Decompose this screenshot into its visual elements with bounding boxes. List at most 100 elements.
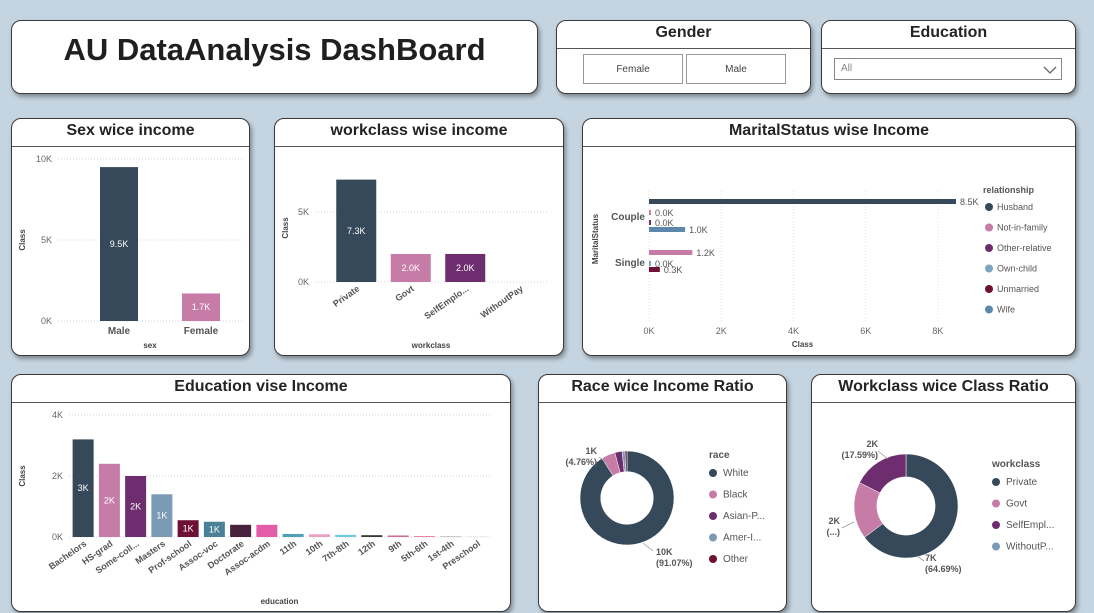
legend-item[interactable]: Amer-I... bbox=[723, 533, 761, 544]
legend-marker bbox=[709, 533, 717, 542]
x-tick-label: Male bbox=[108, 326, 131, 337]
legend-marker bbox=[709, 512, 717, 520]
bar-data-label: 2.0K bbox=[456, 263, 475, 273]
bar[interactable] bbox=[649, 210, 651, 215]
legend-item[interactable]: Govt bbox=[1006, 499, 1027, 510]
y-axis-label: Class bbox=[281, 217, 290, 239]
legend-item[interactable]: Wife bbox=[997, 305, 1015, 315]
legend-item[interactable]: Husband bbox=[997, 202, 1033, 212]
bar[interactable] bbox=[282, 533, 304, 537]
legend-marker bbox=[709, 555, 717, 563]
y-tick-label: 5K bbox=[41, 235, 52, 245]
slice-value-label: 10K bbox=[656, 547, 673, 557]
bar[interactable] bbox=[649, 199, 956, 204]
legend-title: race bbox=[709, 450, 730, 461]
bar[interactable] bbox=[649, 250, 693, 255]
legend-marker bbox=[985, 244, 993, 252]
bar[interactable] bbox=[649, 227, 686, 232]
y-axis-label: Class bbox=[18, 229, 27, 251]
x-axis-label: workclass bbox=[411, 341, 451, 350]
bar-data-label: 0.0K bbox=[655, 218, 674, 228]
legend-marker bbox=[985, 305, 993, 314]
legend-item[interactable]: Unmarried bbox=[997, 284, 1039, 294]
workclass-ratio-chart: workclass Private Govt SelfEmpl... WithoutP.… bbox=[827, 439, 1055, 574]
bar[interactable] bbox=[335, 534, 357, 537]
gender-slicer: Gender Female Male bbox=[556, 20, 811, 94]
bar[interactable] bbox=[230, 524, 252, 537]
legend-marker bbox=[709, 469, 717, 477]
legend-item[interactable]: Asian-P... bbox=[723, 511, 765, 522]
education-income-card: Education vise Income 4K 2K 0K Class 3K Bache… bbox=[11, 374, 511, 612]
x-tick-label: Bachelors bbox=[47, 538, 88, 571]
x-tick-label: 4K bbox=[788, 326, 799, 336]
x-tick-label: Govt bbox=[393, 283, 416, 303]
sex-income-card: Sex wice income 10K 5K 0K Class 9.5K Male 1.7K… bbox=[11, 118, 250, 356]
slice-percent-label: (17.59%) bbox=[841, 450, 878, 460]
legend-item[interactable]: Black bbox=[723, 490, 748, 501]
y-category-label: Couple bbox=[611, 212, 645, 223]
legend-marker bbox=[985, 203, 993, 211]
bar-data-label: 0.0K bbox=[655, 208, 674, 218]
x-tick-label: 11th bbox=[278, 538, 298, 557]
bar[interactable] bbox=[387, 535, 409, 537]
education-dropdown[interactable]: All bbox=[834, 58, 1062, 80]
bar-data-label: 2.0K bbox=[401, 263, 420, 273]
y-tick-label: 0K bbox=[41, 316, 52, 326]
y-tick-label: 0K bbox=[298, 277, 309, 287]
x-tick-label: 7th-8th bbox=[320, 538, 350, 563]
education-income-chart: 4K2K0KClass3KBachelors2KHS-grad2KSome-co… bbox=[18, 410, 490, 606]
bar[interactable] bbox=[649, 261, 651, 266]
bar-data-label: 3K bbox=[78, 483, 89, 493]
bar[interactable] bbox=[649, 220, 651, 225]
sex-income-chart: 10K 5K 0K Class 9.5K Male 1.7K Female sex bbox=[18, 154, 242, 350]
legend-item[interactable]: Not-in-family bbox=[997, 223, 1048, 233]
bar-data-label: 9.5K bbox=[110, 239, 129, 249]
x-tick-label: 5th-6th bbox=[399, 538, 429, 563]
legend-marker bbox=[985, 223, 993, 232]
legend-item[interactable]: WithoutP... bbox=[1006, 542, 1054, 553]
bar[interactable] bbox=[308, 534, 330, 537]
marital-income-chart: 0K 2K 4K 6K 8K Class MaritalStatus Couple Single… bbox=[591, 185, 1052, 349]
bar[interactable] bbox=[361, 535, 383, 537]
gender-male-button[interactable]: Male bbox=[686, 54, 786, 84]
bar-data-label: 2K bbox=[104, 495, 115, 505]
x-tick-label: 2K bbox=[716, 326, 727, 336]
bar-data-label: 0.3K bbox=[664, 265, 683, 275]
y-tick-label: 2K bbox=[52, 471, 63, 481]
y-tick-label: 5K bbox=[298, 207, 309, 217]
x-tick-label: 0K bbox=[643, 326, 654, 336]
dashboard-title: AU DataAnalysis DashBoard bbox=[63, 32, 486, 67]
legend-marker bbox=[992, 542, 1000, 551]
race-ratio-card: Race wice Income Ratio race White Black Asi… bbox=[538, 374, 787, 612]
slice-value-label: 1K bbox=[585, 446, 597, 456]
slice-value-label: 7K bbox=[925, 553, 937, 563]
gender-female-button[interactable]: Female bbox=[583, 54, 683, 84]
y-tick-label: 4K bbox=[52, 410, 63, 420]
legend-item[interactable]: White bbox=[723, 468, 749, 479]
divider bbox=[822, 48, 1075, 49]
legend-marker bbox=[992, 478, 1000, 486]
y-axis-label: Class bbox=[18, 465, 27, 487]
bar-data-label: 1.7K bbox=[192, 302, 211, 312]
x-tick-label: Private bbox=[331, 283, 361, 308]
legend-item[interactable]: Own-child bbox=[997, 264, 1037, 274]
bar[interactable] bbox=[413, 536, 435, 537]
bar[interactable] bbox=[440, 536, 462, 537]
legend-item[interactable]: SelfEmpl... bbox=[1006, 520, 1054, 531]
legend-item[interactable]: Other-relative bbox=[997, 243, 1052, 253]
bar[interactable] bbox=[256, 524, 278, 537]
slice-percent-label: (...) bbox=[827, 527, 841, 537]
education-dropdown-value: All bbox=[841, 63, 853, 74]
legend-item[interactable]: Private bbox=[1006, 477, 1038, 488]
legend-item[interactable]: Other bbox=[723, 554, 749, 565]
x-tick-label: 6K bbox=[860, 326, 871, 336]
workclass-income-chart: 5K0KClass 7.3KPrivate2.0KGovt2.0KSelfEmpl… bbox=[281, 179, 547, 350]
bar[interactable] bbox=[649, 267, 660, 272]
marital-income-card: MaritalStatus wise Income 0K 2K 4K 6K 8K Clas… bbox=[582, 118, 1076, 356]
x-tick-label: WithoutPay bbox=[479, 283, 525, 320]
bar-data-label: 1.2K bbox=[696, 248, 715, 258]
bar-data-label: 8.5K bbox=[960, 197, 979, 207]
x-tick-label: 12th bbox=[356, 538, 377, 557]
title-card: AU DataAnalysis DashBoard bbox=[11, 20, 538, 94]
chevron-down-icon bbox=[1043, 66, 1057, 74]
